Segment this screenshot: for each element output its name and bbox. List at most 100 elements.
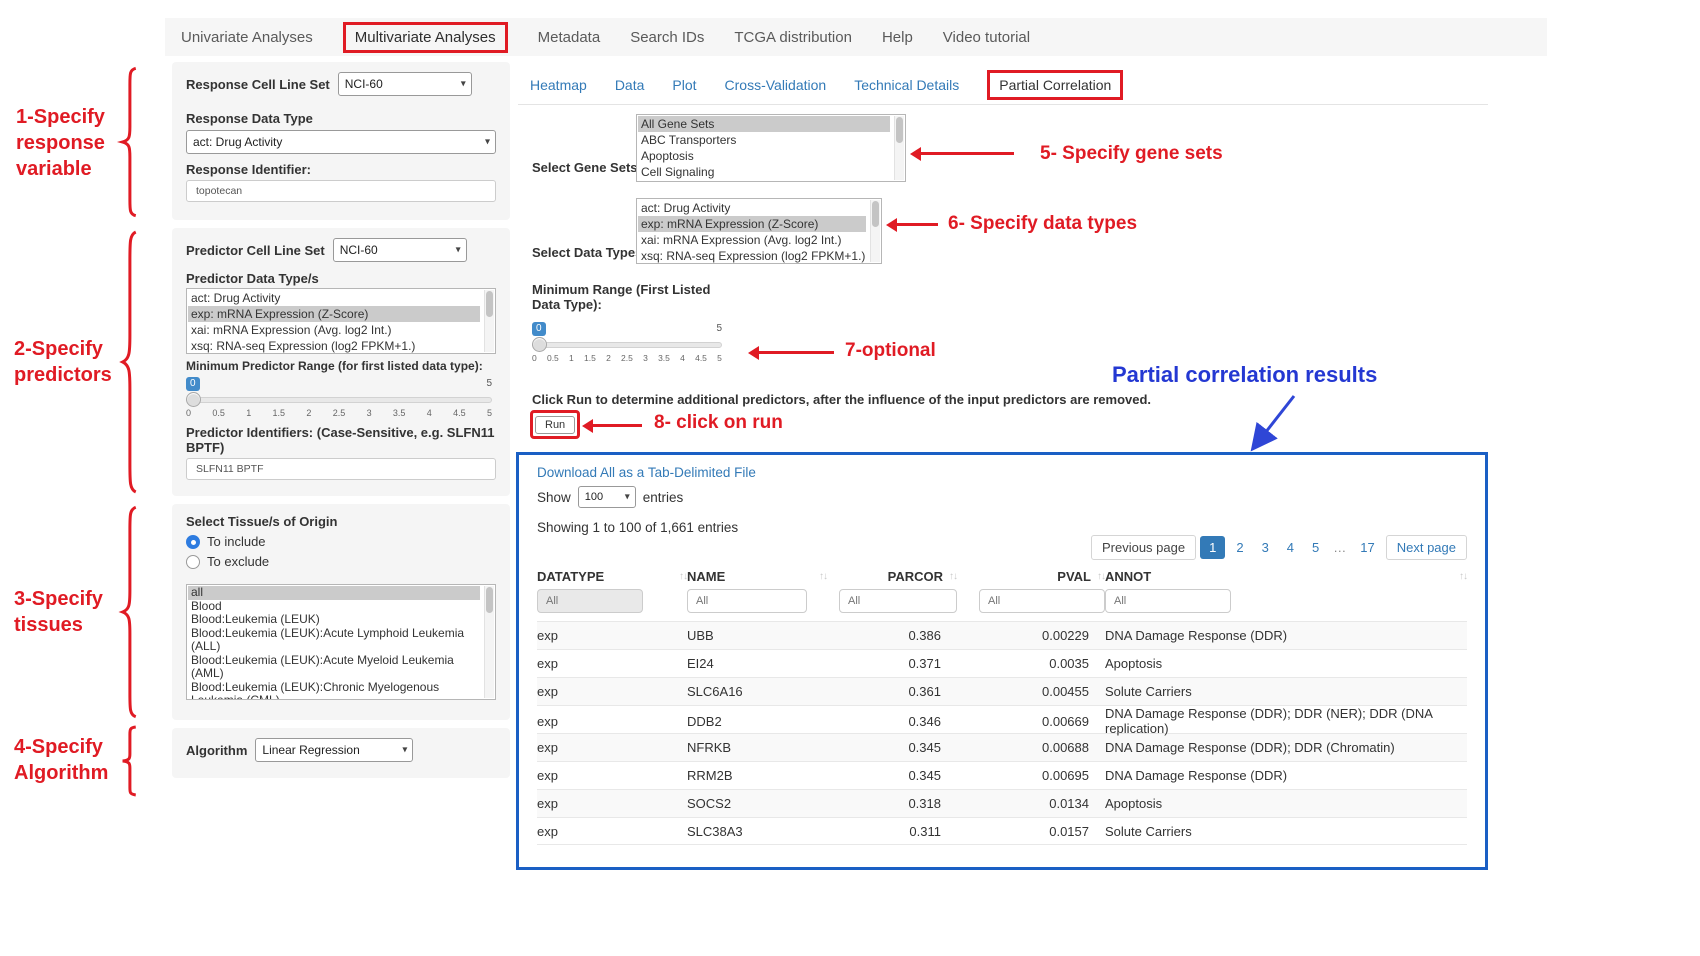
- option-xsq-rnaseq[interactable]: xsq: RNA-seq Expression (log2 FPKM+1.): [638, 248, 866, 264]
- filter-parcor-input[interactable]: [839, 589, 957, 613]
- entries-per-page-select[interactable]: 100: [578, 486, 636, 508]
- cell-datatype: exp: [537, 796, 687, 811]
- sort-icon: ↑↓: [949, 571, 957, 582]
- nav-tcga-distribution[interactable]: TCGA distribution: [734, 29, 852, 46]
- nav-metadata[interactable]: Metadata: [538, 29, 601, 46]
- page-17-button[interactable]: 17: [1353, 536, 1381, 559]
- cell-annot: Apoptosis: [1105, 656, 1467, 671]
- scrollbar[interactable]: [484, 586, 494, 698]
- filter-pval-input[interactable]: [979, 589, 1105, 613]
- table-row[interactable]: exp RRM2B 0.345 0.00695 DNA Damage Respo…: [537, 761, 1467, 789]
- table-row[interactable]: exp UBB 0.386 0.00229 DNA Damage Respons…: [537, 621, 1467, 649]
- tab-heatmap[interactable]: Heatmap: [530, 77, 587, 93]
- tab-partial-correlation[interactable]: Partial Correlation: [987, 70, 1123, 100]
- col-header-name[interactable]: NAME ↑↓: [687, 569, 827, 584]
- response-cell-line-set-select[interactable]: NCI-60: [338, 72, 472, 96]
- tab-plot[interactable]: Plot: [672, 77, 696, 93]
- tissue-origin-label: Select Tissue/s of Origin: [186, 514, 496, 529]
- download-all-link[interactable]: Download All as a Tab-Delimited File: [537, 465, 1467, 480]
- option-leukemia-cml[interactable]: Blood:Leukemia (LEUK):Chronic Myelogenou…: [188, 681, 480, 701]
- option-all-gene-sets[interactable]: All Gene Sets: [638, 116, 890, 132]
- nav-video-tutorial[interactable]: Video tutorial: [943, 29, 1030, 46]
- page-2-button[interactable]: 2: [1229, 536, 1250, 559]
- step2-bracket: [120, 228, 138, 496]
- col-label: NAME: [687, 569, 725, 584]
- table-row[interactable]: exp DDB2 0.346 0.00669 DNA Damage Respon…: [537, 705, 1467, 733]
- step6-annotation: 6- Specify data types: [948, 212, 1137, 237]
- predictor-min-range-label: Minimum Predictor Range (for first liste…: [186, 359, 496, 373]
- response-data-type-label: Response Data Type: [186, 111, 496, 126]
- predictor-identifiers-input[interactable]: [186, 458, 496, 480]
- option-xai-mrna[interactable]: xai: mRNA Expression (Avg. log2 Int.): [638, 232, 866, 248]
- sort-icon: ↑↓: [819, 571, 827, 582]
- tab-cross-validation[interactable]: Cross-Validation: [725, 77, 827, 93]
- option-leukemia-aml[interactable]: Blood:Leukemia (LEUK):Acute Myeloid Leuk…: [188, 654, 480, 681]
- table-row[interactable]: exp NFRKB 0.345 0.00688 DNA Damage Respo…: [537, 733, 1467, 761]
- gene-sets-listbox[interactable]: All Gene Sets ABC Transporters Apoptosis…: [636, 114, 906, 182]
- col-header-datatype[interactable]: DATATYPE↑↓: [537, 569, 687, 584]
- col-header-parcor[interactable]: PARCOR↑↓: [827, 569, 957, 584]
- run-button[interactable]: Run: [535, 416, 575, 434]
- predictor-panel: Predictor Cell Line Set NCI-60 Predictor…: [172, 228, 510, 496]
- page-3-button[interactable]: 3: [1255, 536, 1276, 559]
- cell-parcor: 0.345: [827, 768, 957, 783]
- scrollbar[interactable]: [484, 290, 494, 352]
- option-blood[interactable]: Blood: [188, 600, 480, 614]
- tissue-include-radio[interactable]: To include: [186, 534, 496, 549]
- table-row[interactable]: exp EI24 0.371 0.0035 Apoptosis: [537, 649, 1467, 677]
- option-exp-mrna-zscore[interactable]: exp: mRNA Expression (Z-Score): [188, 306, 480, 322]
- tab-data[interactable]: Data: [615, 77, 645, 93]
- option-exp-mrna-zscore[interactable]: exp: mRNA Expression (Z-Score): [638, 216, 866, 232]
- predictor-cell-line-set-select[interactable]: NCI-60: [333, 238, 467, 262]
- slider-handle[interactable]: [186, 392, 201, 407]
- tissue-exclude-radio[interactable]: To exclude: [186, 554, 496, 569]
- option-apoptosis[interactable]: Apoptosis: [638, 148, 890, 164]
- cell-pval: 0.00695: [957, 768, 1105, 783]
- step1-annotation: 1-Specify response variable: [16, 104, 105, 182]
- tissue-listbox[interactable]: all Blood Blood:Leukemia (LEUK) Blood:Le…: [186, 584, 496, 700]
- table-row[interactable]: exp SLC6A16 0.361 0.00455 Solute Carrier…: [537, 677, 1467, 705]
- table-row[interactable]: exp SLC38A3 0.311 0.0157 Solute Carriers: [537, 817, 1467, 845]
- analysis-tabs: Heatmap Data Plot Cross-Validation Techn…: [530, 70, 1123, 100]
- algorithm-select[interactable]: Linear Regression: [255, 738, 413, 762]
- cell-pval: 0.0134: [957, 796, 1105, 811]
- page-1-button[interactable]: 1: [1200, 536, 1225, 559]
- option-act-drug-activity[interactable]: act: Drug Activity: [188, 290, 480, 306]
- step3-bracket: [120, 504, 138, 720]
- col-header-pval[interactable]: PVAL↑↓: [957, 569, 1105, 584]
- page-5-button[interactable]: 5: [1305, 536, 1326, 559]
- col-header-annot[interactable]: ANNOT↑↓: [1105, 569, 1467, 584]
- predictor-data-types-listbox[interactable]: act: Drug Activity exp: mRNA Expression …: [186, 288, 496, 354]
- response-data-type-select[interactable]: act: Drug Activity: [186, 130, 496, 154]
- nav-search-ids[interactable]: Search IDs: [630, 29, 704, 46]
- table-row[interactable]: exp SOCS2 0.318 0.0134 Apoptosis: [537, 789, 1467, 817]
- tabs-divider: [518, 104, 1488, 105]
- cell-pval: 0.0035: [957, 656, 1105, 671]
- option-cell-signaling[interactable]: Cell Signaling: [638, 164, 890, 180]
- option-leukemia[interactable]: Blood:Leukemia (LEUK): [188, 613, 480, 627]
- cell-name: SLC6A16: [687, 684, 827, 699]
- page-4-button[interactable]: 4: [1280, 536, 1301, 559]
- option-abc-transporters[interactable]: ABC Transporters: [638, 132, 890, 148]
- slider-handle[interactable]: [532, 337, 547, 352]
- filter-datatype-input[interactable]: [537, 589, 643, 613]
- option-xai-mrna[interactable]: xai: mRNA Expression (Avg. log2 Int.): [188, 322, 480, 338]
- cell-datatype: exp: [537, 714, 687, 729]
- tab-technical-details[interactable]: Technical Details: [854, 77, 959, 93]
- response-identifier-input[interactable]: [186, 180, 496, 202]
- slider-track[interactable]: [186, 397, 492, 403]
- option-xsq-rnaseq[interactable]: xsq: RNA-seq Expression (log2 FPKM+1.): [188, 338, 480, 354]
- nav-multivariate-analyses[interactable]: Multivariate Analyses: [343, 22, 508, 53]
- data-types-listbox[interactable]: act: Drug Activity exp: mRNA Expression …: [636, 198, 882, 264]
- option-act-drug-activity[interactable]: act: Drug Activity: [638, 200, 866, 216]
- cell-annot: Apoptosis: [1105, 796, 1467, 811]
- nav-help[interactable]: Help: [882, 29, 913, 46]
- previous-page-button[interactable]: Previous page: [1091, 535, 1196, 560]
- option-leukemia-all[interactable]: Blood:Leukemia (LEUK):Acute Lymphoid Leu…: [188, 627, 480, 654]
- next-page-button[interactable]: Next page: [1386, 535, 1467, 560]
- filter-annot-input[interactable]: [1105, 589, 1231, 613]
- slider-track[interactable]: [532, 342, 722, 348]
- option-all-tissues[interactable]: all: [188, 586, 480, 600]
- filter-name-input[interactable]: [687, 589, 807, 613]
- nav-univariate-analyses[interactable]: Univariate Analyses: [181, 29, 313, 46]
